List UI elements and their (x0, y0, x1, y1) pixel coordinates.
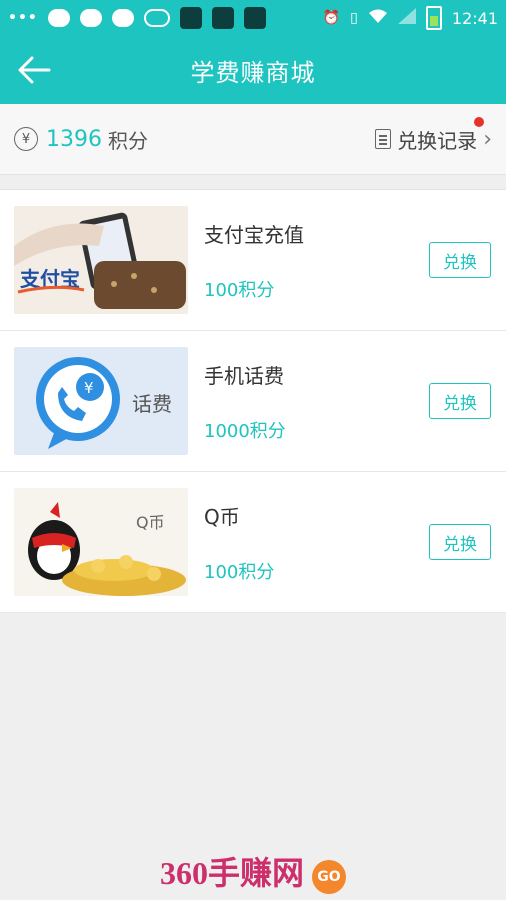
phone-credit-thumbnail: ¥ 话费 (14, 347, 188, 455)
signal-icon (397, 8, 416, 28)
qcoin-thumbnail: Q币 (14, 488, 188, 596)
points-balance: 1396 (46, 126, 102, 152)
item-cost: 1000积分 (204, 420, 286, 442)
wechat-icon (79, 9, 102, 27)
exchange-records-label: 兑换记录 (397, 128, 478, 153)
list-item: 支付宝 支付宝充值 100积分 兑换 (0, 190, 506, 331)
app-notification-icon (179, 7, 202, 29)
status-bar: ••• ⏰ ▯ 12:41 (0, 0, 506, 36)
battery-icon (425, 6, 442, 30)
status-system: ⏰ ▯ 12:41 (323, 6, 498, 30)
app-notification-icon (211, 7, 234, 29)
exchange-button[interactable]: 兑换 (429, 383, 491, 419)
chevron-right-icon: › (483, 126, 492, 152)
status-notifications: ••• (8, 7, 266, 29)
app-header: 学费赚商城 (0, 36, 506, 104)
go-badge: GO (312, 859, 346, 894)
vibrate-icon: ▯ (350, 10, 358, 26)
yen-icon: ¥ (14, 127, 38, 151)
arrow-left-icon (18, 56, 51, 84)
points-summary: ¥ 1396 积分 兑换记录 › (0, 104, 506, 175)
notification-dot (474, 116, 484, 127)
back-button[interactable] (14, 50, 54, 90)
list-item: Q币 Q币 100积分 兑换 (0, 472, 506, 613)
cloud-icon (143, 9, 170, 27)
more-notifications-icon: ••• (8, 10, 38, 26)
document-icon (375, 129, 392, 149)
item-name: Q币 (204, 504, 240, 529)
item-info: 支付宝充值 100积分 (204, 206, 304, 314)
item-name: 支付宝充值 (204, 222, 304, 247)
page-title: 学费赚商城 (190, 58, 316, 87)
item-info: 手机话费 1000积分 (204, 347, 286, 455)
item-info: Q币 100积分 (204, 488, 274, 596)
wechat-icon (111, 9, 134, 27)
watermark-text: 360手赚网 (159, 855, 304, 891)
wifi-icon (368, 8, 388, 28)
phone-credit-label: 话费 (132, 392, 172, 416)
product-list: 支付宝 支付宝充值 100积分 兑换 ¥ 话费 手机话费 1000积分 兑换 Q… (0, 189, 506, 613)
app-notification-icon (243, 7, 266, 29)
status-time: 12:41 (451, 8, 498, 28)
list-item: ¥ 话费 手机话费 1000积分 兑换 (0, 331, 506, 472)
item-cost: 100积分 (204, 279, 275, 301)
exchange-button[interactable]: 兑换 (429, 524, 491, 560)
qcoin-label: Q币 (136, 513, 165, 532)
points-unit: 积分 (108, 128, 148, 153)
alipay-thumbnail: 支付宝 (14, 206, 188, 314)
item-cost: 100积分 (204, 561, 275, 583)
alarm-icon: ⏰ (322, 10, 341, 26)
svg-text:¥: ¥ (84, 379, 94, 397)
exchange-button[interactable]: 兑换 (429, 242, 491, 278)
wechat-icon (47, 9, 70, 27)
exchange-records-link[interactable]: 兑换记录 › (375, 116, 492, 154)
item-name: 手机话费 (204, 363, 284, 388)
watermark: 360手赚网 GO (0, 848, 506, 894)
